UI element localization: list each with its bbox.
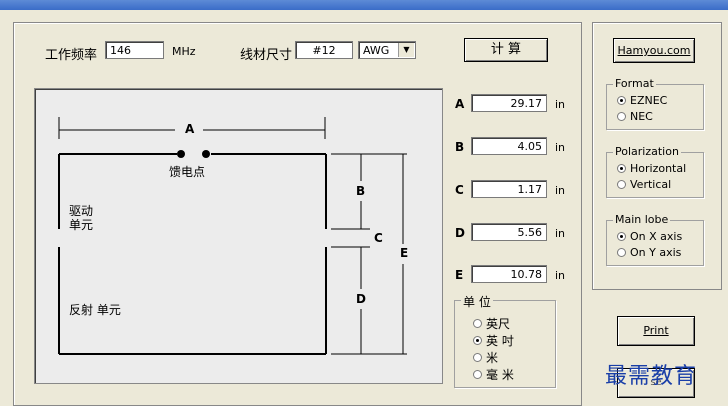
mainlobe-option-y[interactable]: On Y axis [617,246,681,259]
polarization-option-vertical[interactable]: Vertical [617,178,671,191]
radio-icon[interactable] [617,180,626,189]
polarization-option-horizontal-label: Horizontal [630,162,687,175]
radio-icon[interactable] [617,248,626,257]
diagram-label-c: C [374,231,383,245]
result-a-unit: in [555,98,566,111]
wire-size-input[interactable]: #12 [295,41,353,59]
mainlobe-option-y-label: On Y axis [630,246,682,259]
wire-unit-select[interactable]: AWG ▼ [358,41,416,59]
radio-selected-icon[interactable] [473,336,482,345]
antenna-diagram: A B C D E 馈电点 驱动 单元 反射 单元 [34,88,443,384]
wire-unit-value: AWG [363,44,390,57]
radio-icon[interactable] [473,370,482,379]
result-c-field[interactable]: 1.17 [471,180,547,198]
polarization-group-title: Polarization [613,145,681,158]
unit-option-feet[interactable]: 英尺 [473,315,510,332]
format-option-eznec-label: EZNEC [630,94,668,107]
driven-label-line2: 单元 [69,218,94,232]
freq-label: 工作频率 [45,48,98,63]
reflector-label: 反射 单元 [69,303,121,317]
unit-option-mm[interactable]: 毫 米 [473,366,514,383]
result-e-field[interactable]: 10.78 [471,265,547,283]
result-a-field[interactable]: 29.17 [471,94,547,112]
calculate-button[interactable]: 计 算 [464,38,548,62]
result-d-unit: in [555,227,566,240]
result-letter-a: A [455,97,465,111]
result-b-unit: in [555,141,566,154]
diagram-label-e: E [400,246,409,260]
unit-option-feet-label: 英尺 [486,317,511,331]
feedpoint-dot-right [202,150,210,158]
unit-option-mm-label: 毫 米 [486,368,514,382]
radio-selected-icon[interactable] [617,96,626,105]
format-option-eznec[interactable]: EZNEC [617,94,667,107]
format-group: Format EZNEC NEC [606,77,704,130]
polarization-option-horizontal[interactable]: Horizontal [617,162,686,175]
format-option-nec-label: NEC [630,110,653,123]
result-c-unit: in [555,184,566,197]
wire-size-label: 线材尺寸 [240,48,293,63]
units-group: 单 位 英尺 英 吋 米 毫 米 [454,293,556,388]
mainlobe-group-title: Main lobe [613,213,671,226]
units-group-title: 单 位 [461,293,493,310]
result-b-field[interactable]: 4.05 [471,137,547,155]
format-group-title: Format [613,77,656,90]
window-titlebar [0,0,728,10]
unit-option-meter[interactable]: 米 [473,349,498,366]
radio-icon[interactable] [473,353,482,362]
unit-option-inch[interactable]: 英 吋 [473,332,514,349]
result-letter-c: C [455,183,464,197]
format-option-nec[interactable]: NEC [617,110,653,123]
freq-input[interactable]: 146 [105,41,164,59]
hamyou-button[interactable]: Hamyou.com [613,38,695,63]
unit-option-meter-label: 米 [486,351,499,365]
diagram-label-a: A [185,122,195,136]
radio-selected-icon[interactable] [617,232,626,241]
result-d-field[interactable]: 5.56 [471,223,547,241]
mainlobe-group: Main lobe On X axis On Y axis [606,213,704,266]
polarization-option-vertical-label: Vertical [630,178,672,191]
polarization-group: Polarization Horizontal Vertical [606,145,704,198]
unit-option-inch-label: 英 吋 [486,334,514,348]
watermark-text: 最需教育 [605,364,698,389]
mainlobe-option-x-label: On X axis [630,230,683,243]
radio-icon[interactable] [617,112,626,121]
result-letter-e: E [455,268,464,282]
result-letter-d: D [455,226,465,240]
result-e-unit: in [555,269,566,282]
print-button[interactable]: Print [617,316,695,346]
radio-icon[interactable] [473,319,482,328]
diagram-label-d: D [356,292,366,306]
diagram-label-b: B [356,184,366,198]
result-letter-b: B [455,140,465,154]
chevron-down-icon[interactable]: ▼ [398,43,414,57]
mainlobe-option-x[interactable]: On X axis [617,230,682,243]
radio-selected-icon[interactable] [617,164,626,173]
freq-unit-label: MHz [172,45,196,58]
feedpoint-label: 馈电点 [169,165,206,179]
feedpoint-dot-left [177,150,185,158]
